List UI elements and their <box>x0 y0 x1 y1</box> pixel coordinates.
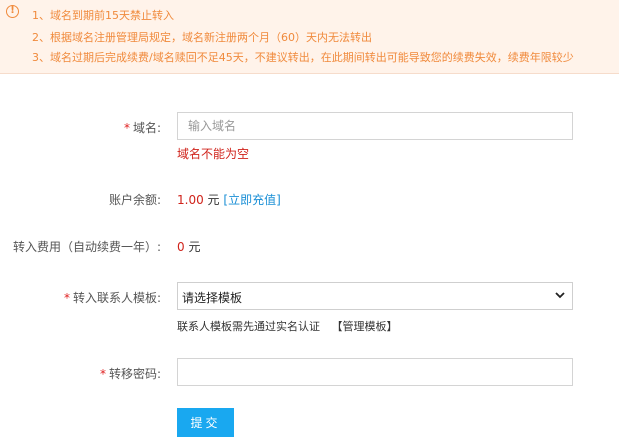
fee-amount: 0 <box>177 240 185 254</box>
balance-amount: 1.00 <box>177 193 204 207</box>
recharge-link[interactable]: [立即充值] <box>223 193 280 207</box>
template-hint: 联系人模板需先通过实名认证 【管理模板】 <box>177 318 398 334</box>
notice-line-2: 2、根据域名注册管理局规定，域名新注册两个月（60）天内无法转出 <box>32 31 372 44</box>
fee-value: 0 元 <box>177 238 200 255</box>
domain-input[interactable] <box>177 112 573 140</box>
required-mark: * <box>63 291 70 305</box>
domain-label: * 域名: <box>124 119 161 136</box>
chevron-down-icon <box>555 292 565 299</box>
exclamation-circle-icon: ! <box>6 5 19 18</box>
balance-value: 1.00 元 [立即充值] <box>177 191 281 208</box>
balance-unit: 元 <box>207 193 220 207</box>
transfer-password-input[interactable] <box>177 358 573 386</box>
template-select-value: 请选择模板 <box>182 291 243 305</box>
notice-line-1: 1、域名到期前15天禁止转入 <box>32 9 174 22</box>
password-label: * 转移密码: <box>100 365 161 382</box>
fee-label: 转入费用（自动续费一年）: <box>12 240 161 254</box>
notice-banner: ! 1、域名到期前15天禁止转入 2、根据域名注册管理局规定，域名新注册两个月（… <box>0 0 619 74</box>
template-label-text: 转入联系人模板: <box>72 291 161 305</box>
template-hint-text: 联系人模板需先通过实名认证 <box>177 320 320 333</box>
template-label: * 转入联系人模板: <box>64 289 161 306</box>
manage-template-link[interactable]: 【管理模板】 <box>332 320 398 333</box>
fee-unit: 元 <box>188 240 201 254</box>
domain-error: 域名不能为空 <box>177 147 250 161</box>
required-mark: * <box>99 367 106 381</box>
password-label-text: 转移密码: <box>108 367 161 381</box>
balance-label: 账户余额: <box>108 193 161 207</box>
required-mark: * <box>123 121 130 135</box>
submit-button[interactable]: 提交 <box>177 408 234 437</box>
template-select[interactable]: 请选择模板 <box>177 282 573 310</box>
domain-label-text: 域名: <box>132 121 161 135</box>
notice-line-3: 3、域名过期后完成续费/域名赎回不足45天，不建议转出，在此期间转出可能导致您的… <box>32 51 574 64</box>
